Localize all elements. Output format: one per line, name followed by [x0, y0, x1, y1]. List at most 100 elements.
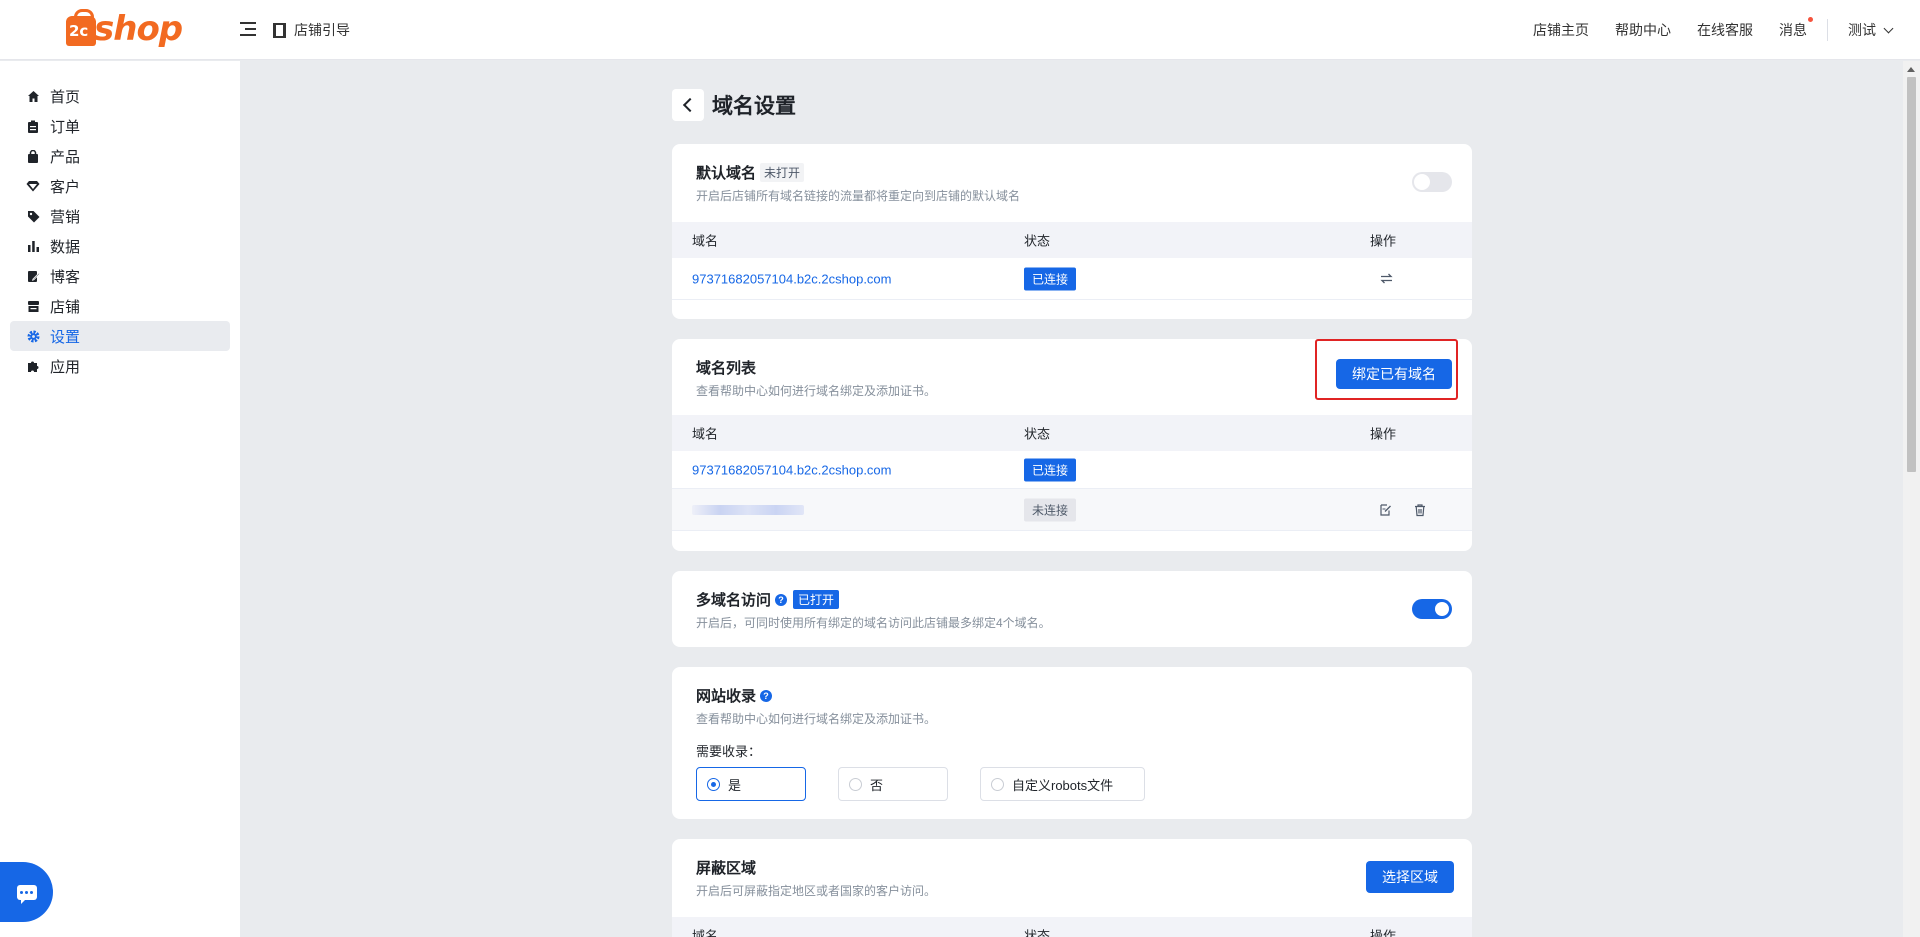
sidebar-item-apps[interactable]: 应用	[10, 351, 230, 381]
sidebar-item-label: 客户	[50, 178, 81, 196]
select-region-button[interactable]: 选择区域	[1366, 861, 1454, 893]
bar-chart-icon	[26, 239, 40, 253]
radio-circle	[707, 777, 720, 791]
sidebar-item-store[interactable]: 店铺	[10, 291, 230, 321]
sidebar-item-blog[interactable]: 博客	[10, 261, 230, 291]
menu-toggle-icon[interactable]	[240, 22, 256, 36]
default-domain-toggle[interactable]	[1412, 172, 1452, 192]
indexing-card: 网站收录 ? 查看帮助中心如何进行域名绑定及添加证书。 需要收录： 是 否 自定…	[672, 667, 1472, 819]
indexing-title: 网站收录	[696, 688, 757, 705]
sidebar-item-label: 店铺	[50, 298, 81, 316]
status-badge: 已连接	[1024, 458, 1077, 481]
default-domain-title: 默认域名	[696, 165, 757, 182]
card-description: 查看帮助中心如何进行域名绑定及添加证书。	[696, 384, 937, 398]
column-header-domain: 域名	[692, 928, 719, 937]
card-title: 多域名访问 ? 已打开	[696, 589, 840, 610]
scrollbar-thumb[interactable]	[1907, 77, 1916, 472]
trash-icon[interactable]	[1414, 503, 1427, 516]
card-description: 开启后店铺所有域名链接的流量都将重定向到店铺的默认域名	[696, 189, 1021, 203]
tag-icon	[26, 209, 40, 223]
card-description: 开启后可屏蔽指定地区或者国家的客户访问。	[696, 884, 937, 898]
sidebar-item-marketing[interactable]: 营销	[10, 201, 230, 231]
column-header-status: 状态	[1024, 426, 1051, 442]
block-region-card: 屏蔽区域 开启后可屏蔽指定地区或者国家的客户访问。 选择区域 域名 状态 操作	[672, 839, 1472, 937]
sidebar-item-label: 数据	[50, 238, 81, 256]
table-row: 97371682057104.b2c.2cshop.com 已连接	[672, 451, 1472, 489]
sidebar-item-label: 博客	[50, 268, 81, 286]
column-header-domain: 域名	[692, 233, 719, 249]
radio-label: 否	[870, 777, 884, 793]
chevron-left-icon	[682, 97, 698, 113]
default-domain-card: 默认域名 未打开 开启后店铺所有域名链接的流量都将重定向到店铺的默认域名 域名 …	[672, 144, 1472, 319]
column-header-domain: 域名	[692, 426, 719, 442]
gear-icon	[26, 329, 40, 343]
sidebar-item-customers[interactable]: 客户	[10, 171, 230, 201]
sidebar-item-data[interactable]: 数据	[10, 231, 230, 261]
sidebar-item-products[interactable]: 产品	[10, 141, 230, 171]
domain-list-title: 域名列表	[696, 360, 757, 377]
table-header: 域名 状态 操作	[672, 222, 1472, 258]
divider	[1827, 19, 1828, 41]
column-header-status: 状态	[1024, 928, 1051, 937]
sidebar-item-orders[interactable]: 订单	[10, 111, 230, 141]
puzzle-icon	[26, 359, 40, 373]
sidebar-item-label: 营销	[50, 208, 81, 226]
sidebar: 首页 订单 产品 客户 营销 数据 博客 店铺 设置 应用	[0, 61, 240, 937]
chat-icon	[16, 884, 37, 904]
sidebar-item-label: 产品	[50, 148, 81, 166]
status-badge: 未打开	[760, 163, 805, 182]
edit-icon[interactable]	[1379, 503, 1392, 516]
bag-icon	[26, 149, 40, 163]
card-title: 默认域名 未打开	[696, 162, 805, 183]
notification-dot	[1808, 17, 1813, 22]
radio-option-custom-robots[interactable]: 自定义robots文件	[980, 767, 1145, 801]
card-title: 网站收录 ?	[696, 685, 773, 706]
nav-messages-label: 消息	[1779, 22, 1807, 38]
table-row: 未连接	[672, 489, 1472, 531]
edit-icon	[26, 269, 40, 283]
domain-link[interactable]: 97371682057104.b2c.2cshop.com	[692, 462, 892, 477]
block-region-title: 屏蔽区域	[696, 860, 757, 877]
radio-option-yes[interactable]: 是	[696, 767, 806, 801]
table-row: 97371682057104.b2c.2cshop.com 已连接	[672, 258, 1472, 300]
nav-store-home[interactable]: 店铺主页	[1533, 20, 1589, 40]
card-description: 开启后，可同时使用所有绑定的域名访问此店铺最多绑定4个域名。	[696, 616, 1051, 630]
store-guide-link[interactable]: 店铺引导	[273, 20, 350, 40]
nav-help-center[interactable]: 帮助中心	[1615, 20, 1671, 40]
column-header-actions: 操作	[1370, 928, 1397, 937]
domain-link[interactable]: 97371682057104.b2c.2cshop.com	[692, 271, 892, 286]
scrollbar[interactable]	[1903, 61, 1920, 937]
radio-label: 自定义robots文件	[1012, 777, 1114, 793]
table-header: 域名 状态 操作	[672, 415, 1472, 451]
multi-domain-toggle[interactable]	[1412, 599, 1452, 619]
status-badge: 已连接	[1024, 267, 1077, 290]
column-header-actions: 操作	[1370, 426, 1397, 442]
user-menu[interactable]: 测试	[1848, 20, 1894, 40]
sidebar-item-label: 应用	[50, 358, 81, 376]
clipboard-icon	[26, 119, 40, 133]
back-button[interactable]	[672, 89, 704, 121]
chevron-down-icon	[1883, 23, 1894, 33]
nav-online-support[interactable]: 在线客服	[1697, 20, 1753, 40]
logo-text: shop	[94, 9, 183, 49]
page-header: 域名设置	[672, 89, 796, 121]
redacted-domain[interactable]	[692, 504, 804, 515]
switch-arrows-icon[interactable]	[1380, 272, 1393, 285]
shopping-bag-logo-icon: 2c	[66, 9, 96, 46]
sidebar-item-settings[interactable]: 设置	[10, 321, 230, 351]
top-nav: 店铺主页 帮助中心 在线客服 消息 测试	[1533, 0, 1920, 60]
help-icon[interactable]: ?	[775, 593, 788, 606]
store-icon	[26, 299, 40, 313]
help-icon[interactable]: ?	[760, 689, 773, 702]
column-header-actions: 操作	[1370, 233, 1397, 249]
radio-option-no[interactable]: 否	[838, 767, 948, 801]
nav-messages[interactable]: 消息	[1779, 17, 1813, 40]
top-bar: 2c shop 店铺引导 店铺主页 帮助中心 在线客服 消息 测试	[0, 0, 1920, 60]
indexing-question: 需要收录：	[696, 744, 762, 759]
multi-domain-card: 多域名访问 ? 已打开 开启后，可同时使用所有绑定的域名访问此店铺最多绑定4个域…	[672, 571, 1472, 647]
sidebar-item-home[interactable]: 首页	[10, 81, 230, 111]
multi-domain-title: 多域名访问	[696, 592, 772, 609]
highlight-annotation	[1315, 339, 1458, 400]
logo[interactable]: 2c shop	[66, 9, 183, 49]
scroll-up-icon[interactable]	[1907, 67, 1915, 72]
